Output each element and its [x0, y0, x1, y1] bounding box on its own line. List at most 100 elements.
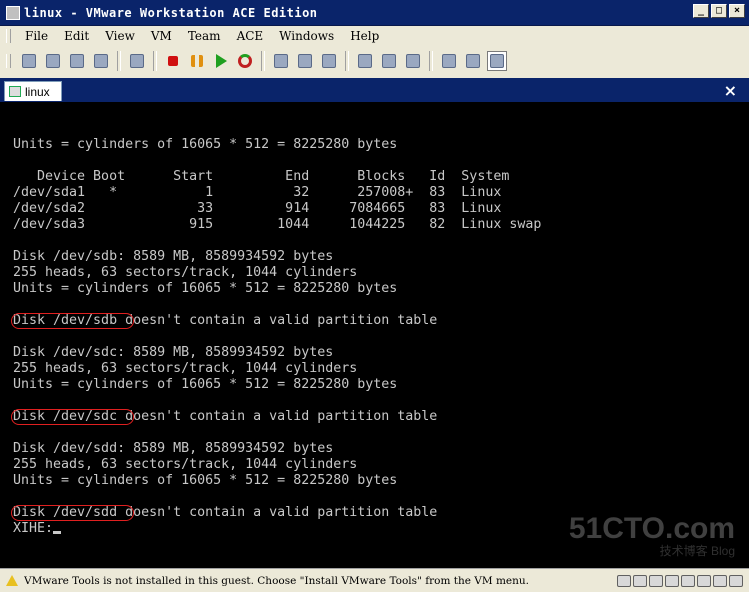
- power-off-icon: [168, 56, 178, 66]
- appliance-button[interactable]: [463, 51, 483, 71]
- toolbar-separator: [345, 51, 349, 71]
- reset-icon: [238, 54, 252, 68]
- power-off-button[interactable]: [163, 51, 183, 71]
- summary-button[interactable]: [439, 51, 459, 71]
- take-snapshot-button[interactable]: [67, 51, 87, 71]
- title-bar[interactable]: linux - VMware Workstation ACE Edition _…: [0, 0, 749, 26]
- toolbar-grip[interactable]: [6, 54, 11, 68]
- sound-icon[interactable]: [697, 574, 711, 587]
- toolbar: [0, 47, 749, 75]
- toolbar-separator: [429, 51, 433, 71]
- text-cursor: [53, 531, 62, 534]
- usb-icon[interactable]: [681, 574, 695, 587]
- console-line: Device Boot Start End Blocks Id System: [13, 169, 510, 184]
- maximize-button[interactable]: □: [711, 4, 727, 18]
- highlight-oval: [11, 313, 134, 329]
- menu-vm[interactable]: VM: [143, 29, 180, 43]
- shell-prompt: XIHE:: [13, 521, 54, 536]
- view-normal-icon: [358, 54, 372, 68]
- power-on-button[interactable]: [211, 51, 231, 71]
- revert-button[interactable]: [43, 51, 63, 71]
- vm-console[interactable]: Units = cylinders of 16065 * 512 = 82252…: [0, 102, 749, 568]
- console-line: Units = cylinders of 16065 * 512 = 82252…: [13, 281, 398, 296]
- minimize-button[interactable]: _: [693, 4, 709, 18]
- snapshot-button[interactable]: [19, 51, 39, 71]
- console-line: /dev/sda3 915 1044 1044225 82 Linux swap: [13, 217, 542, 232]
- console-line: 255 heads, 63 sectors/track, 1044 cylind…: [13, 361, 358, 376]
- hdd-icon[interactable]: [617, 574, 631, 587]
- watermark-sub: 技术博客 Blog: [659, 544, 735, 558]
- snapshot-icon: [22, 54, 36, 68]
- floppy-icon[interactable]: [649, 574, 663, 587]
- vmware-app-icon[interactable]: [6, 5, 20, 20]
- message-icon[interactable]: [729, 574, 743, 587]
- view-quickswitch-icon: [406, 54, 420, 68]
- console-line: Disk /dev/sdb: 8589 MB, 8589934592 bytes: [13, 249, 334, 264]
- vm-icon: [9, 86, 21, 97]
- status-message: VMware Tools is not installed in this gu…: [24, 574, 529, 587]
- console-line: 255 heads, 63 sectors/track, 1044 cylind…: [13, 457, 358, 472]
- manage-snapshot-button[interactable]: [91, 51, 111, 71]
- suspend-button[interactable]: [187, 51, 207, 71]
- console-line: /dev/sda2 33 914 7084665 83 Linux: [13, 201, 502, 216]
- manage-snapshot-icon: [94, 54, 108, 68]
- watermark-main: 51CTO.com: [568, 512, 735, 545]
- highlight-oval: [11, 505, 134, 521]
- console-line: /dev/sda1 * 1 32 257008+ 83 Linux: [13, 185, 502, 200]
- menu-grip[interactable]: [6, 29, 11, 43]
- view-quickswitch-button[interactable]: [403, 51, 423, 71]
- team-button[interactable]: [271, 51, 291, 71]
- close-window-button[interactable]: ×: [729, 4, 745, 18]
- toolbar-separator: [117, 51, 121, 71]
- tab-strip: linux ×: [0, 78, 749, 102]
- window-controls: _ □ ×: [693, 4, 745, 18]
- console-view-button[interactable]: [487, 51, 507, 71]
- take-snapshot-icon: [70, 54, 84, 68]
- appliance-icon: [466, 54, 480, 68]
- watermark: 51CTO.com 技术博客 Blog: [568, 512, 735, 559]
- revert-icon: [46, 54, 60, 68]
- speaker-icon[interactable]: [713, 574, 727, 587]
- network-icon[interactable]: [665, 574, 679, 587]
- clone-button[interactable]: [295, 51, 315, 71]
- warning-icon: [6, 575, 18, 586]
- status-bar: VMware Tools is not installed in this gu…: [0, 568, 749, 592]
- menu-bar: File Edit View VM Team ACE Windows Help: [0, 26, 749, 46]
- menu-view[interactable]: View: [97, 29, 143, 43]
- menu-ace[interactable]: ACE: [229, 29, 272, 43]
- console-line: Units = cylinders of 16065 * 512 = 82252…: [13, 137, 398, 152]
- view-normal-button[interactable]: [355, 51, 375, 71]
- cdrom-icon[interactable]: [633, 574, 647, 587]
- console-line: Units = cylinders of 16065 * 512 = 82252…: [13, 377, 398, 392]
- toolbar-separator: [153, 51, 157, 71]
- tab-linux[interactable]: linux: [4, 81, 62, 101]
- close-tab-button[interactable]: ×: [724, 81, 737, 100]
- device-icons: [617, 574, 743, 587]
- clone-icon: [298, 54, 312, 68]
- console-line: Units = cylinders of 16065 * 512 = 82252…: [13, 473, 398, 488]
- window-title: linux - VMware Workstation ACE Edition: [24, 5, 318, 20]
- menu-help[interactable]: Help: [342, 29, 387, 43]
- summary-icon: [442, 54, 456, 68]
- vm-settings-button[interactable]: [127, 51, 147, 71]
- tab-label: linux: [25, 84, 50, 99]
- suspend-icon: [191, 55, 203, 67]
- reset-button[interactable]: [235, 51, 255, 71]
- team-icon: [274, 54, 288, 68]
- view-fullscreen-button[interactable]: [379, 51, 399, 71]
- ace-button[interactable]: [319, 51, 339, 71]
- console-output: Units = cylinders of 16065 * 512 = 82252…: [13, 137, 541, 537]
- ace-icon: [322, 54, 336, 68]
- highlight-oval: [11, 409, 134, 425]
- vm-settings-icon: [130, 54, 144, 68]
- console-view-icon: [490, 54, 504, 68]
- menu-windows[interactable]: Windows: [271, 29, 342, 43]
- console-line: Disk /dev/sdd: 8589 MB, 8589934592 bytes: [13, 441, 334, 456]
- console-line: Disk /dev/sdc: 8589 MB, 8589934592 bytes: [13, 345, 334, 360]
- menu-file[interactable]: File: [17, 29, 56, 43]
- menu-edit[interactable]: Edit: [56, 29, 97, 43]
- console-line: 255 heads, 63 sectors/track, 1044 cylind…: [13, 265, 358, 280]
- menu-team[interactable]: Team: [180, 29, 229, 43]
- toolbar-separator: [261, 51, 265, 71]
- view-fullscreen-icon: [382, 54, 396, 68]
